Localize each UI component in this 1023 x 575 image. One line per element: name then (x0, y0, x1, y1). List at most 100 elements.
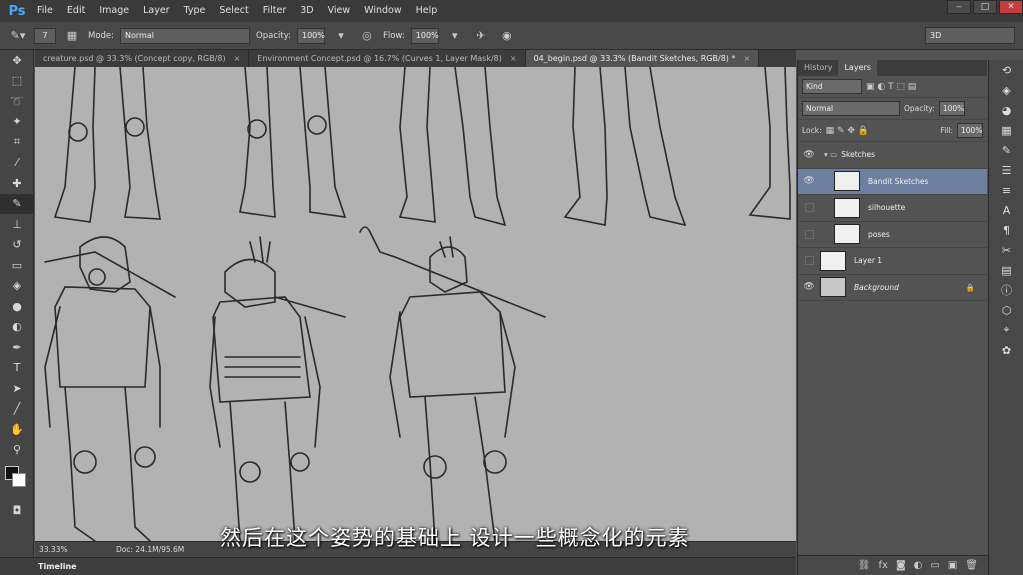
paths-panel-icon[interactable]: ⌖ (989, 320, 1023, 340)
eye-icon[interactable]: 👁 (798, 282, 820, 292)
menu-filter[interactable]: Filter (256, 0, 294, 22)
layer-background[interactable]: 👁 Background 🔒 (798, 275, 987, 301)
quick-select-tool-icon[interactable]: ✦ (0, 112, 34, 133)
menu-select[interactable]: Select (212, 0, 255, 22)
line-tool-icon[interactable]: ╱ (0, 399, 34, 420)
brush-panel-icon[interactable]: ▦ (62, 27, 82, 45)
background-color-swatch[interactable] (12, 473, 26, 487)
tool-presets-icon[interactable]: ✂ (989, 240, 1023, 260)
history-brush-tool-icon[interactable]: ↺ (0, 235, 34, 256)
brush-preset-icon[interactable]: ✎▾ (8, 27, 28, 45)
filter-icons[interactable]: ▣ ◐ T ⬚ ▤ (866, 82, 916, 92)
lock-icons[interactable]: ▦ ✎ ✥ 🔒 (826, 126, 869, 136)
swatches-panel-icon[interactable]: ▦ (989, 120, 1023, 140)
type-tool-icon[interactable]: T (0, 358, 34, 379)
new-group-icon[interactable]: ▭ (930, 560, 939, 571)
styles-panel-icon[interactable]: ✿ (989, 340, 1023, 360)
menu-file[interactable]: File (30, 0, 60, 22)
channels-panel-icon[interactable]: ▤ (989, 260, 1023, 280)
brush-size-field[interactable]: 7 (34, 27, 56, 44)
maximize-icon[interactable]: □ (973, 0, 997, 14)
tab-history[interactable]: History (798, 60, 838, 76)
layer-style-icon[interactable]: fx (879, 560, 888, 571)
pressure-size-icon[interactable]: ◉ (497, 27, 517, 45)
properties-panel-icon[interactable]: ≡ (989, 180, 1023, 200)
menu-layer[interactable]: Layer (136, 0, 177, 22)
layer-layer-1[interactable]: Layer 1 (798, 248, 987, 275)
paragraph-panel-icon[interactable]: ¶ (989, 220, 1023, 240)
flow-field[interactable]: 100% (410, 27, 439, 44)
lasso-tool-icon[interactable]: ➰ (0, 91, 34, 112)
link-layers-icon[interactable]: ⛓ (858, 560, 871, 571)
quick-mask-icon[interactable]: ◘ (0, 500, 34, 521)
close-tab-icon[interactable]: × (234, 54, 241, 63)
menu-type[interactable]: Type (177, 0, 213, 22)
info-panel-icon[interactable]: ⓘ (989, 280, 1023, 300)
brush-tool-icon[interactable]: ✎ (0, 193, 34, 214)
eraser-tool-icon[interactable]: ▭ (0, 255, 34, 276)
close-icon[interactable]: ✕ (999, 0, 1023, 14)
layer-poses[interactable]: poses (798, 222, 987, 248)
tab-layers[interactable]: Layers (838, 60, 877, 76)
eyedropper-tool-icon[interactable]: ⁄ (0, 153, 34, 174)
close-tab-icon[interactable]: × (743, 54, 750, 63)
layers-panel-icon[interactable]: ◈ (989, 80, 1023, 100)
hand-tool-icon[interactable]: ✋ (0, 419, 34, 440)
menu-image[interactable]: Image (92, 0, 136, 22)
menu-3d[interactable]: 3D (293, 0, 320, 22)
minimize-icon[interactable]: ‒ (947, 0, 971, 14)
layer-opacity-field[interactable]: 100% (938, 101, 965, 116)
chevron-down-icon[interactable]: ▾ (445, 27, 465, 45)
airbrush-icon[interactable]: ✈ (471, 27, 491, 45)
chevron-down-icon[interactable]: ▾ (331, 27, 351, 45)
menu-view[interactable]: View (321, 0, 358, 22)
visibility-toggle[interactable] (798, 229, 820, 239)
fill-field[interactable]: 100% (957, 123, 983, 138)
workspace-dropdown[interactable]: 3D (925, 27, 1015, 44)
3d-panel-icon[interactable]: ⬡ (989, 300, 1023, 320)
visibility-toggle[interactable] (798, 203, 820, 213)
tab-environment-concept[interactable]: Environment Concept.psd @ 16.7% (Curves … (249, 50, 526, 67)
blur-tool-icon[interactable]: ● (0, 296, 34, 317)
character-panel-icon[interactable]: A (989, 200, 1023, 220)
pressure-opacity-icon[interactable]: ◎ (357, 27, 377, 45)
blend-mode-dropdown[interactable]: Normal (802, 101, 900, 116)
move-tool-icon[interactable]: ✥ (0, 50, 34, 71)
history-panel-icon[interactable]: ⟲ (989, 60, 1023, 80)
add-mask-icon[interactable]: ◙ (896, 560, 906, 571)
marquee-tool-icon[interactable]: ⬚ (0, 71, 34, 92)
layer-bandit-sketches[interactable]: 👁 Bandit Sketches (798, 168, 987, 195)
paint-bucket-tool-icon[interactable]: ◈ (0, 276, 34, 297)
adjustment-layer-icon[interactable]: ◐ (914, 560, 923, 571)
document-canvas[interactable] (35, 67, 796, 541)
timeline-panel-tab[interactable]: Timeline (0, 557, 796, 575)
delete-layer-icon[interactable]: 🗑 (965, 560, 978, 571)
layer-group-sketches[interactable]: 👁 ▾ ▭ Sketches (798, 142, 987, 169)
healing-brush-tool-icon[interactable]: ✚ (0, 173, 34, 194)
close-tab-icon[interactable]: × (510, 54, 517, 63)
color-panel-icon[interactable]: ◕ (989, 100, 1023, 120)
adjustments-panel-icon[interactable]: ☰ (989, 160, 1023, 180)
eye-icon[interactable]: 👁 (798, 176, 820, 186)
dodge-tool-icon[interactable]: ◐ (0, 317, 34, 338)
menu-window[interactable]: Window (357, 0, 408, 22)
opacity-field[interactable]: 100% (296, 27, 325, 44)
tab-04-begin[interactable]: 04_begin.psd @ 33.3% (Bandit Sketches, R… (525, 50, 760, 67)
layer-silhouette[interactable]: silhouette (798, 195, 987, 222)
new-layer-icon[interactable]: ▣ (948, 560, 957, 571)
menu-edit[interactable]: Edit (60, 0, 92, 22)
clone-stamp-tool-icon[interactable]: ⊥ (0, 214, 34, 235)
brush-panel-icon[interactable]: ✎ (989, 140, 1023, 160)
color-swatches[interactable] (0, 460, 33, 500)
eye-icon[interactable]: 👁 (798, 150, 820, 160)
menu-help[interactable]: Help (409, 0, 445, 22)
tab-creature[interactable]: creature.psd @ 33.3% (Concept copy, RGB/… (35, 50, 250, 67)
filter-kind-dropdown[interactable]: Kind (802, 79, 862, 94)
zoom-level[interactable]: 33.33% (39, 545, 68, 554)
mode-dropdown[interactable]: Normal (120, 27, 251, 44)
pen-tool-icon[interactable]: ✒ (0, 337, 34, 358)
path-selection-tool-icon[interactable]: ➤ (0, 378, 34, 399)
crop-tool-icon[interactable]: ⌗ (0, 132, 34, 153)
zoom-tool-icon[interactable]: ⚲ (0, 440, 34, 461)
visibility-toggle[interactable] (798, 256, 820, 266)
